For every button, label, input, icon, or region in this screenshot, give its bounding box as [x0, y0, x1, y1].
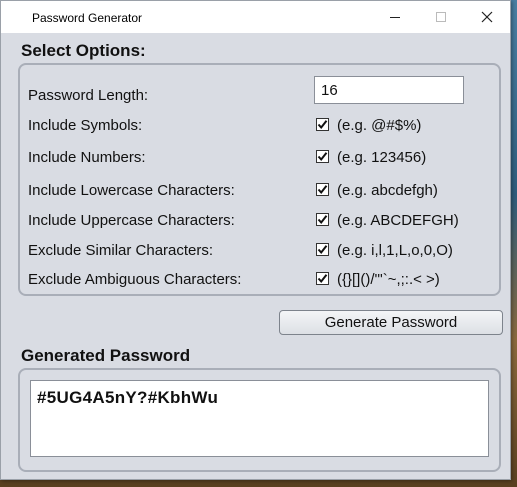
option-checkbox[interactable]: [316, 150, 329, 163]
option-example: (e.g. @#$%): [337, 117, 422, 134]
generated-password-text: #5UG4A5nY?#KbhWu: [37, 388, 219, 407]
window-title: Password Generator: [32, 11, 143, 25]
minimize-icon: [390, 16, 400, 18]
generate-password-button[interactable]: Generate Password: [279, 310, 503, 335]
checkmark-icon: [317, 274, 328, 284]
maximize-icon: [436, 12, 446, 22]
option-example: ({}[]()/'"`~,;:.< >): [337, 271, 440, 288]
option-label: Exclude Similar Characters:: [28, 242, 214, 259]
option-label: Exclude Ambiguous Characters:: [28, 271, 242, 288]
options-heading: Select Options:: [21, 41, 146, 60]
checkmark-icon: [317, 185, 328, 195]
checkmark-icon: [317, 215, 328, 225]
checkmark-icon: [317, 120, 328, 130]
generated-password-field[interactable]: #5UG4A5nY?#KbhWu: [30, 380, 489, 457]
option-example: (e.g. 123456): [337, 149, 427, 166]
close-icon: [481, 11, 493, 23]
option-checkbox[interactable]: [316, 213, 329, 226]
option-checkbox[interactable]: [316, 272, 329, 285]
option-label: Include Symbols:: [28, 117, 143, 134]
option-example: (e.g. ABCDEFGH): [337, 212, 459, 229]
checkmark-icon: [317, 152, 328, 162]
option-label: Include Uppercase Characters:: [28, 212, 235, 229]
option-checkbox[interactable]: [316, 183, 329, 196]
option-example: (e.g. abcdefgh): [337, 182, 438, 199]
option-label: Include Lowercase Characters:: [28, 182, 235, 199]
password-length-input[interactable]: [314, 76, 464, 104]
generated-password-heading: Generated Password: [21, 346, 191, 365]
password-length-label: Password Length:: [28, 87, 149, 104]
option-checkbox[interactable]: [316, 243, 329, 256]
close-button[interactable]: [464, 1, 510, 33]
option-label: Include Numbers:: [28, 149, 146, 166]
maximize-button[interactable]: [418, 1, 464, 33]
title-bar[interactable]: Password Generator: [1, 1, 510, 33]
checkmark-icon: [317, 245, 328, 255]
option-checkbox[interactable]: [316, 118, 329, 131]
app-window: Password Generator Select Options: Passw…: [0, 0, 511, 480]
option-example: (e.g. i,l,1,L,o,0,O): [337, 242, 453, 259]
minimize-button[interactable]: [372, 1, 418, 33]
